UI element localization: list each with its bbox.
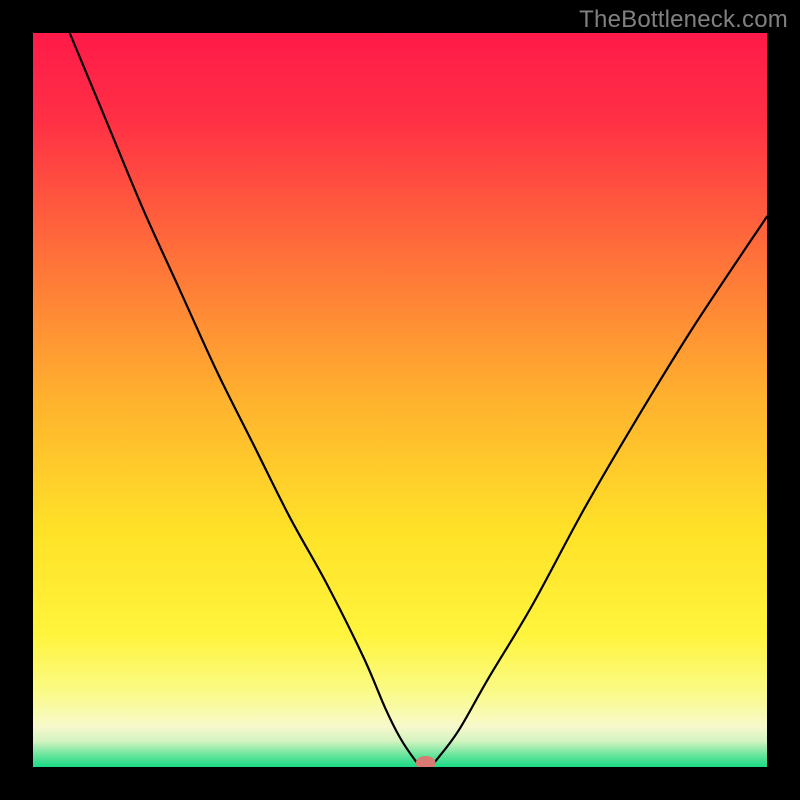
plot-area	[33, 33, 767, 767]
watermark-text: TheBottleneck.com	[579, 6, 788, 34]
bottleneck-chart-svg	[33, 33, 767, 767]
gradient-background	[33, 33, 767, 767]
chart-frame: TheBottleneck.com	[0, 0, 800, 800]
